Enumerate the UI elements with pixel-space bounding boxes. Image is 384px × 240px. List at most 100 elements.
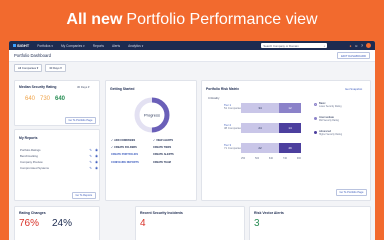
axis-tick: 500 [254, 157, 260, 160]
legend-name: Advanced [319, 130, 331, 133]
tier-1-basic-bar[interactable]: 34 [241, 103, 279, 113]
legend-dot-advanced [314, 130, 317, 134]
rating-axis: 250 500 640 740 900 [241, 157, 301, 160]
rating-changes-down: 76% [19, 218, 40, 229]
tier-1-advanced-bar[interactable]: 12 [279, 103, 301, 113]
avatar[interactable] [366, 43, 371, 48]
nav-icons: ● ☺ ? [349, 43, 371, 48]
search-input[interactable]: Search Company or Domain ⌕ [261, 43, 328, 48]
eye-icon[interactable]: ◉ [95, 148, 98, 152]
reports-title: My Reports [19, 136, 38, 140]
task-label: CREATE TEAM [153, 160, 171, 164]
task-label: VIEW ALERTS [156, 139, 174, 142]
report-name: Portfolio Ratings [20, 148, 41, 152]
promo-banner: All new Portfolio Performance view [0, 0, 384, 40]
task-view-alerts[interactable]: ✓ VIEW ALERTS [153, 139, 191, 142]
snapshot-link[interactable]: Get Snapshot [345, 87, 362, 91]
edit-icon[interactable]: ✎ [89, 154, 92, 158]
filter-bar: All Companies ▾ 30 Days ▾ [9, 62, 375, 73]
rating-changes-title: Rating Changes [19, 211, 46, 215]
vector-alerts-count: 3 [254, 218, 260, 229]
getting-started-list: ✓ ADD COMPANIES ✓ VIEW ALERTS ✓ CREATE FOLD… [111, 139, 191, 164]
eye-icon[interactable]: ◉ [95, 154, 98, 158]
nav-my-companies[interactable]: My Companies ▾ [61, 44, 85, 48]
edit-icon[interactable]: ✎ [89, 148, 92, 152]
tier-3-basic-bar[interactable]: 22 [241, 143, 279, 153]
rating-changes-card: Rating Changes 76% 24% [14, 206, 100, 240]
eye-icon[interactable]: ◉ [95, 166, 98, 170]
banner-light: Portfolio Performance view [126, 11, 318, 28]
nav-reports[interactable]: Reports [93, 44, 104, 48]
task-configure-reports[interactable]: CONFIGURE REPORTS [111, 161, 149, 164]
median-value-1: 640 [25, 96, 36, 102]
axis-tick: 900 [296, 157, 301, 160]
median-title: Median Security Rating [19, 85, 57, 89]
task-label: CREATE FOLDERS [114, 146, 137, 150]
reports-card: My Reports Portfolio Ratings ✎ ◉ Benchma… [14, 129, 100, 201]
median-value-3: 640 [55, 96, 66, 102]
help-icon[interactable]: ? [361, 44, 363, 48]
task-create-folders[interactable]: ✓ CREATE FOLDERS [111, 146, 149, 149]
task-label: ADD COMPANIES [114, 139, 136, 142]
check-icon: ✓ [111, 139, 114, 142]
task-create-team[interactable]: CREATE TEAM [153, 161, 191, 164]
median-value-2: 730 [40, 96, 51, 102]
reports-button[interactable]: Go To Reports [72, 192, 96, 199]
incidents-count: 4 [140, 218, 146, 229]
axis-tick: 740 [282, 157, 288, 160]
task-create-tiers[interactable]: CREATE TIERS [153, 146, 191, 149]
task-label: CREATE TIERS [153, 146, 172, 150]
legend-name: Basic [319, 102, 326, 105]
edit-icon[interactable]: ✎ [89, 166, 92, 170]
check-icon: ✓ [111, 146, 114, 150]
getting-started-title: Getting Started [110, 87, 135, 91]
legend-dot-basic [314, 102, 317, 106]
search-icon: ⌕ [323, 43, 326, 48]
legend-text: Advanced Higher Security Rating [319, 130, 342, 137]
task-create-portfolios[interactable]: CREATE PORTFOLIOS [111, 153, 149, 156]
report-name: Benchmarking [20, 154, 38, 158]
legend-name: Intermediate [319, 116, 334, 119]
risk-matrix-title: Portfolio Risk Matrix [206, 87, 239, 91]
tier-3-label[interactable]: Tier 3 71 Companies [224, 143, 242, 151]
edit-icon[interactable]: ✎ [89, 160, 92, 164]
vector-alerts-card: Risk Vector Alerts 3 [249, 206, 371, 240]
nav-analytics[interactable]: Analytics ▾ [128, 44, 143, 48]
incidents-card: Recent Security Incidents 4 [135, 206, 245, 240]
rating-changes-up: 24% [52, 218, 73, 229]
companies-filter[interactable]: All Companies ▾ [14, 63, 43, 72]
tier-3-advanced-bar[interactable]: 49 [279, 143, 301, 153]
legend-text: Basic Lower Security Rating [319, 102, 341, 109]
search-placeholder: Search Company or Domain [263, 43, 299, 48]
bell-icon[interactable]: ● [349, 44, 351, 48]
list-item[interactable]: Compromised Systems ✎ ◉ [20, 165, 98, 171]
legend-sub: Mid Security Rating [319, 120, 339, 123]
median-portfolio-button[interactable]: Go To Portfolio Page [65, 117, 96, 124]
task-create-alerts[interactable]: CREATE ALERTS [153, 153, 191, 156]
check-icon: ✓ [153, 139, 156, 142]
vector-alerts-title: Risk Vector Alerts [254, 211, 284, 215]
getting-started-card: Getting Started Progress ✓ ADD COMPANIES … [105, 80, 197, 201]
tier-2-advanced-bar[interactable]: 14 [279, 123, 301, 133]
brand-logo[interactable]: SIGHT [13, 43, 29, 48]
legend-advanced: Advanced Higher Security Rating [314, 130, 342, 137]
task-add-companies[interactable]: ✓ ADD COMPANIES [111, 139, 149, 142]
user-icon[interactable]: ☺ [354, 44, 358, 48]
nav-portfolios[interactable]: Portfolios ▾ [37, 44, 53, 48]
legend-dot-intermediate [314, 116, 317, 120]
criticality-label: Criticality [208, 96, 220, 100]
range-filter[interactable]: 30 Days ▾ [45, 63, 66, 72]
edit-dashboard-button[interactable]: EDIT DASHBOARD [337, 52, 370, 59]
risk-matrix-portfolio-button[interactable]: Go To Portfolio Page [336, 189, 367, 196]
nav-alerts[interactable]: Alerts [112, 44, 120, 48]
logo-text: SIGHT [17, 43, 30, 48]
tier-2-label[interactable]: Tier 2 38 Companies [224, 123, 242, 131]
eye-icon[interactable]: ◉ [95, 160, 98, 164]
median-rating-card: Median Security Rating 30 Days ▾ 640 730… [14, 80, 100, 126]
tier-2-basic-bar[interactable]: 24 [241, 123, 279, 133]
median-days-select[interactable]: 30 Days ▾ [77, 85, 89, 89]
tier-sub: 51 Companies [224, 106, 243, 111]
tier-1-label[interactable]: Tier 1 51 Companies [224, 103, 243, 111]
axis-tick: 250 [241, 157, 246, 160]
legend-sub: Lower Security Rating [319, 106, 342, 109]
